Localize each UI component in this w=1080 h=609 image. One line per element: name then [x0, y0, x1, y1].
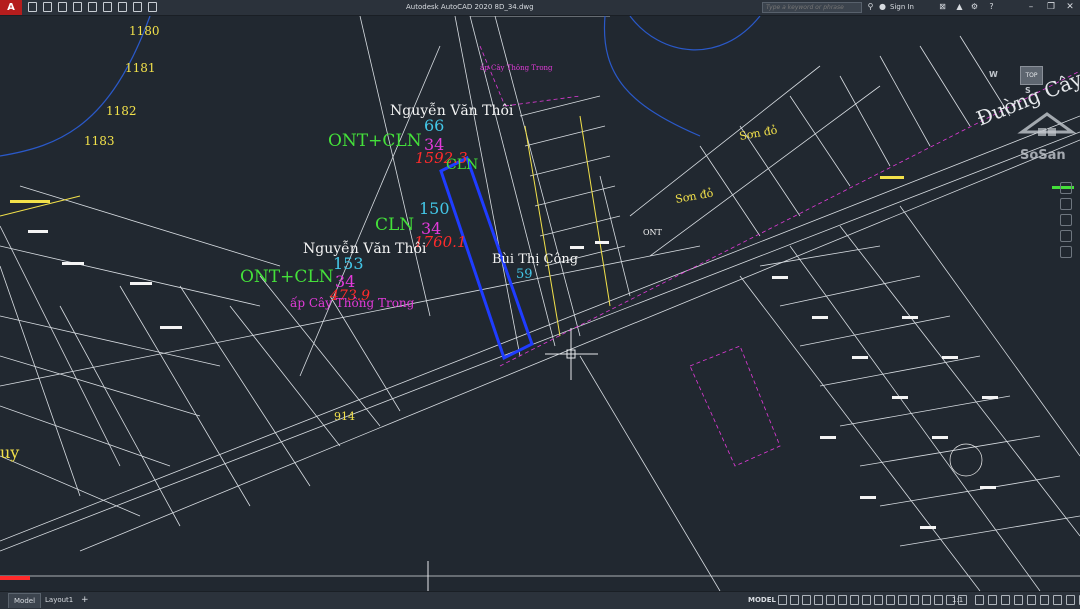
- parcel-owner: Nguyễn Văn Thôi: [303, 240, 427, 257]
- status-bar: Model Layout1 + MODEL 1:1: [0, 591, 1080, 609]
- showmotion-icon[interactable]: [1060, 246, 1072, 258]
- close-button[interactable]: ✕: [1061, 0, 1079, 15]
- orbit-icon[interactable]: [1060, 230, 1072, 242]
- status-right-icons: [975, 595, 1080, 605]
- isodraft-icon[interactable]: [826, 595, 835, 605]
- isolate-objects-icon[interactable]: [1040, 595, 1049, 605]
- small-parcel-labels: [0, 176, 1074, 580]
- open-file-icon[interactable]: [43, 2, 52, 12]
- viewcube-west[interactable]: W: [989, 70, 998, 79]
- restore-button[interactable]: ❐: [1042, 0, 1060, 15]
- zoom-icon[interactable]: [1060, 214, 1072, 226]
- parcel-land-use: ONT+CLN: [240, 267, 334, 287]
- hamlet-label-small: ấp Cây Thông Trong: [480, 63, 553, 72]
- lock-ui-icon[interactable]: [1027, 595, 1036, 605]
- clean-screen-icon[interactable]: [1066, 595, 1075, 605]
- save-as-icon[interactable]: [73, 2, 82, 12]
- partial-label: uy: [0, 443, 19, 462]
- help-icon[interactable]: ?: [987, 2, 996, 12]
- units-icon[interactable]: [1001, 595, 1010, 605]
- viewcube[interactable]: W TOP S: [989, 58, 1049, 96]
- web-save-icon[interactable]: [103, 2, 112, 12]
- parcel-land-use: CLN: [375, 215, 414, 235]
- undo-icon[interactable]: [133, 2, 142, 12]
- window-title: Autodesk AutoCAD 2020 8D_34.dwg: [406, 3, 534, 11]
- snap-icon[interactable]: [790, 595, 799, 605]
- contour-label: 1181: [125, 61, 156, 75]
- quick-access-toolbar: [28, 2, 157, 13]
- ont-label: ONT: [643, 228, 663, 237]
- pan-icon[interactable]: [1060, 198, 1072, 210]
- contour-label: 1183: [84, 134, 115, 148]
- annotation-monitor-icon[interactable]: [988, 595, 997, 605]
- graphics-performance-icon[interactable]: [1053, 595, 1062, 605]
- autocad-logo[interactable]: A: [0, 0, 22, 15]
- grid-icon[interactable]: [778, 595, 787, 605]
- viewcube-south[interactable]: S: [1025, 86, 1031, 95]
- son-do-label: Sơn đỏ: [738, 123, 778, 143]
- exchange-icon[interactable]: ⊠: [938, 2, 947, 12]
- title-bar: A Autodesk AutoCAD 2020 8D_34.dwg ⚲ ● Si…: [0, 0, 1080, 16]
- selection-cycling-icon[interactable]: [886, 595, 895, 605]
- stay-connected-icon[interactable]: ⚙: [970, 2, 979, 12]
- parcel-land-use: ONT+CLN: [328, 131, 422, 151]
- parcel-owner: Nguyễn Văn Thôi: [390, 102, 514, 119]
- parcel-number-label: 914: [334, 410, 355, 423]
- parcel-number-small: 59: [516, 267, 533, 282]
- 3d-osnap-icon[interactable]: [898, 595, 907, 605]
- steering-wheel-icon[interactable]: [1060, 182, 1072, 194]
- model-space-button[interactable]: MODEL: [748, 593, 776, 608]
- gizmo-icon[interactable]: [934, 595, 943, 605]
- user-icon[interactable]: ●: [878, 2, 887, 12]
- son-do-label: Sơn đỏ: [674, 186, 714, 206]
- add-layout-button[interactable]: +: [76, 593, 94, 607]
- workspace-gear-icon[interactable]: [975, 595, 984, 605]
- tab-layout1[interactable]: Layout1: [40, 593, 78, 607]
- search-input[interactable]: [762, 2, 862, 13]
- selection-filter-icon[interactable]: [922, 595, 931, 605]
- hamlet-label: ấp Cây Thông Trong: [290, 295, 415, 310]
- new-file-icon[interactable]: [28, 2, 37, 12]
- navigation-bar: [1058, 178, 1074, 358]
- object-snap-tracking-icon[interactable]: [838, 595, 847, 605]
- status-toggles: [778, 595, 967, 605]
- contour-label: 1182: [106, 104, 137, 118]
- autodesk-a360-icon[interactable]: ▲: [955, 2, 964, 12]
- sign-in-button[interactable]: Sign In: [890, 0, 914, 15]
- web-mobile-icon[interactable]: [88, 2, 97, 12]
- parcel-lines: [0, 16, 1080, 591]
- tab-model[interactable]: Model: [8, 593, 42, 608]
- minimize-button[interactable]: –: [1022, 0, 1040, 15]
- drawing-canvas[interactable]: 1180 1181 1182 1183 Đường Cây Nguyễn Văn…: [0, 16, 1080, 591]
- parcel-extra-land-use: CLN: [446, 157, 478, 173]
- house-icon: [1017, 112, 1077, 136]
- annotation-scale[interactable]: 1:1: [952, 593, 963, 608]
- save-icon[interactable]: [58, 2, 67, 12]
- plot-icon[interactable]: [118, 2, 127, 12]
- lineweight-icon[interactable]: [862, 595, 871, 605]
- watermark-logo: SoSan: [1014, 110, 1080, 170]
- polar-icon[interactable]: [814, 595, 823, 605]
- redo-icon[interactable]: [148, 2, 157, 12]
- binoculars-icon[interactable]: ⚲: [866, 2, 875, 12]
- viewcube-top-face[interactable]: TOP: [1020, 66, 1043, 85]
- object-snap-icon[interactable]: [850, 595, 859, 605]
- dynamic-ucs-icon[interactable]: [910, 595, 919, 605]
- parcel-number: 153: [333, 254, 364, 273]
- transparency-icon[interactable]: [874, 595, 883, 605]
- contour-label: 1180: [129, 24, 160, 38]
- watermark-text: SoSan: [1020, 148, 1066, 163]
- quick-properties-icon[interactable]: [1014, 595, 1023, 605]
- parcel-number: 66: [424, 116, 444, 135]
- parcel-number: 150: [419, 199, 450, 218]
- ortho-icon[interactable]: [802, 595, 811, 605]
- parcel-owner: Bùi Thị Công: [492, 252, 578, 267]
